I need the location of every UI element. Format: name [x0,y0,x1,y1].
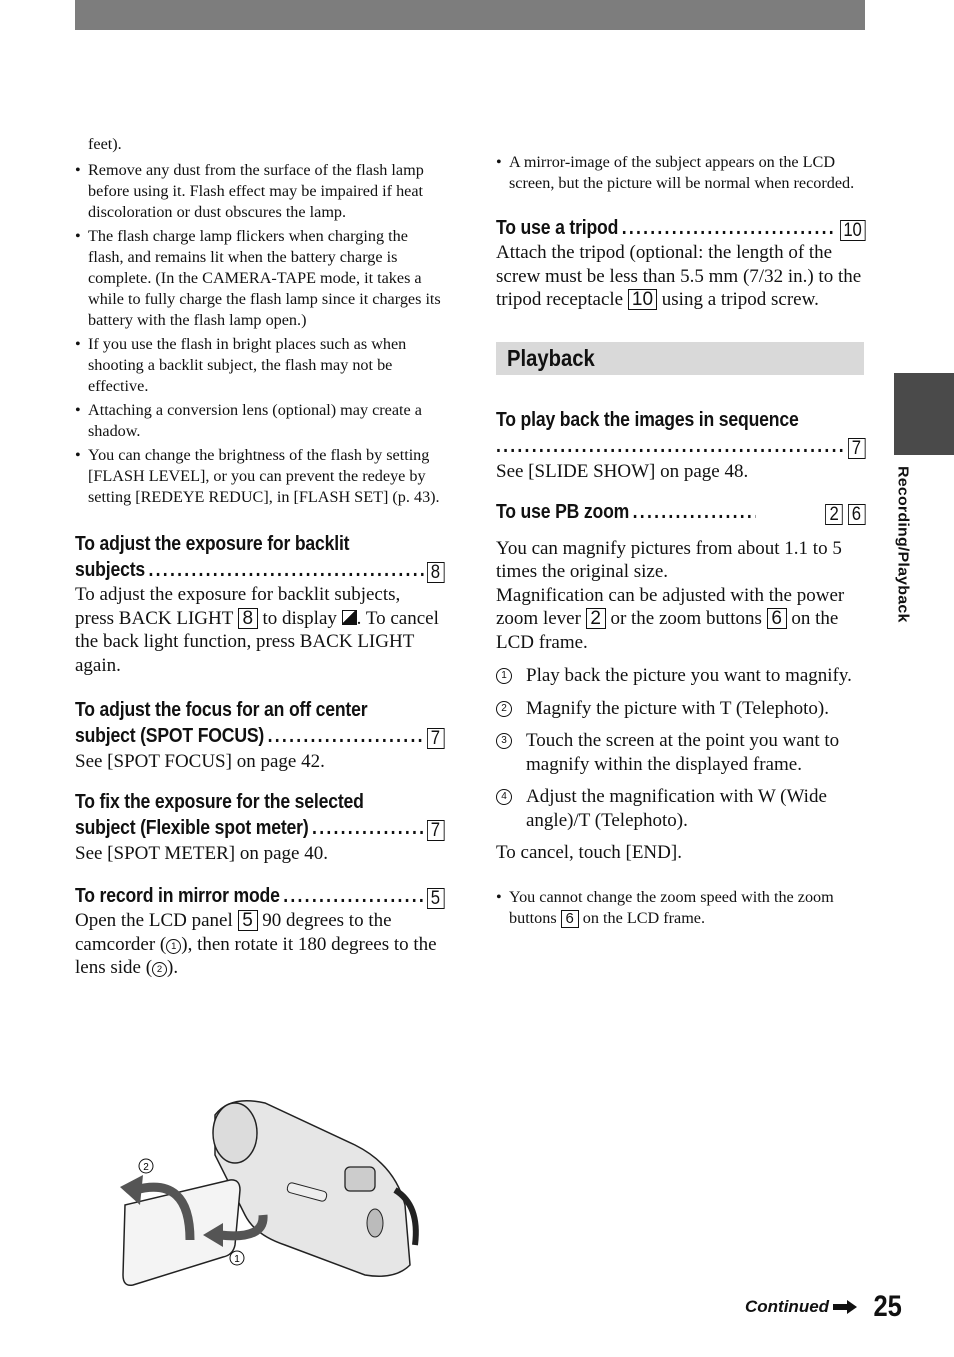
control-dial [366,1208,384,1238]
chapter-tab-label: Recording/Playback [893,466,923,646]
chapter-label-text: Recording/Playback [894,466,911,623]
pb-zoom-step: 1 Play back the picture you want to magni… [496,664,864,688]
body-text: using a tripod screw. [661,289,819,310]
mirror-body: Open the LCD panel 5 90 degrees to the c… [75,909,443,980]
header-bar [75,0,865,30]
heading-line: To use PB zoom [496,500,630,523]
pb-zoom-intro2: Magnification can be adjusted with the p… [496,584,864,655]
flash-note: Attaching a conversion lens (optional) m… [75,400,443,442]
spot-focus-heading: To adjust the focus for an off center su… [75,697,445,749]
arrow-right-icon [833,1300,858,1314]
flash-note: If you use the flash in bright places su… [75,334,443,397]
part-ref: 7 [426,820,445,841]
viewfinder [344,1166,376,1192]
mirror-heading: To record in mirror mode 5 [75,883,445,909]
continued-label: Continued [745,1297,830,1316]
body-text: Open the LCD panel [75,910,233,931]
leader-dots [312,815,423,841]
part-ref: 7 [847,437,866,459]
part-ref: 8 [237,607,258,629]
body-text: on the LCD frame. [582,908,706,927]
backlight-heading: To adjust the exposure for backlit subje… [75,531,445,583]
heading-line: subject (Flexible spot meter) [75,817,309,839]
pb-zoom-step: 3 Touch the screen at the point you want … [496,729,864,776]
flash-note: Remove any dust from the surface of the … [75,160,443,223]
carryover-text: feet). [88,135,122,153]
step-text: Play back the picture you want to magnif… [526,665,852,686]
step-marker: 2 [496,700,512,717]
lens-barrel [212,1102,258,1164]
heading-line: subjects [75,559,146,581]
body-text: or the zoom buttons [610,608,762,629]
pb-zoom-intro: You can magnify pictures from about 1.1 … [496,537,842,583]
backlight-icon [341,609,357,625]
part-ref: 2 [825,503,843,525]
heading-line: To adjust the focus for an off center [75,699,368,721]
section-heading-playback: Playback [496,341,864,375]
part-ref: 10 [839,220,866,241]
step-marker: 1 [166,938,182,954]
pb-zoom-note: You cannot change the zoom speed with th… [496,887,864,929]
flash-note: The flash charge lamp flickers when char… [75,226,443,331]
leader-dots [633,499,756,525]
backlight-body: To adjust the exposure for backlit subje… [75,583,443,677]
heading-line: To fix the exposure for the selected [75,791,364,813]
section-title: Playback [507,344,595,371]
leader-dots [496,433,844,459]
leader-dots [268,723,423,749]
step-text: Magnify the picture with T (Telephoto). [526,697,829,719]
spot-meter-heading: To fix the exposure for the selected sub… [75,789,445,841]
body-text: ). [167,957,179,978]
part-ref: 6 [847,503,866,525]
heading-line: subject (SPOT FOCUS) [75,725,265,747]
part-ref: 8 [426,562,445,583]
chapter-tab [894,373,954,455]
heading-line: To record in mirror mode [75,885,280,907]
pb-zoom-step: 4 Adjust the magnification with W (Wide a… [496,785,864,832]
part-ref: 6 [560,909,579,928]
pb-zoom-heading: To use PB zoom 2 6 [496,499,866,525]
part-ref: 7 [426,728,445,749]
sequence-heading: To play back the images in sequence 7 [496,407,866,459]
part-ref: 5 [426,888,445,909]
heading-line: To adjust the exposure for backlit [75,533,350,555]
sequence-body: See [SLIDE SHOW] on page 48. [496,460,749,482]
pb-zoom-cancel: To cancel, touch [END]. [496,842,682,863]
mirror-note: A mirror-image of the subject appears on… [496,152,864,194]
step-1-label: 1 [234,1254,240,1265]
step-2-label: 2 [143,1162,149,1173]
right-column: A mirror-image of the subject appears on… [496,152,866,932]
part-ref: 5 [237,910,258,931]
leader-dots [149,557,424,583]
camcorder-drawing: 2 1 [120,1100,419,1287]
body-text: to display [262,607,337,629]
spot-meter-body: See [SPOT METER] on page 40. [75,843,328,864]
pb-zoom-step: 2 Magnify the picture with T (Telephoto). [496,697,864,721]
heading-line: To use a tripod [496,217,619,239]
step-marker: 4 [496,789,512,805]
camcorder-illustration: 2 1 [95,1095,435,1290]
step-marker: 3 [496,733,512,749]
step-text: Adjust the magnification with W (Wide an… [526,786,827,831]
flash-note: You can change the brightness of the fla… [75,445,443,508]
part-ref: 10 [627,289,658,310]
step-text: Touch the screen at the point you want t… [526,730,840,775]
part-ref: 2 [585,608,606,629]
leader-dots [622,215,837,241]
tripod-heading: To use a tripod 10 [496,215,866,241]
rotate-arrowhead [120,1175,143,1205]
page-footer: Continued 25 [745,1290,904,1324]
heading-line: To play back the images in sequence [496,408,799,431]
page-number: 25 [873,1290,902,1323]
step-marker: 1 [496,668,512,684]
left-column: feet). Remove any dust from the surface … [75,134,445,980]
leader-dots [283,883,423,909]
step-marker: 2 [152,962,168,977]
part-ref: 6 [766,608,787,629]
spot-focus-body: See [SPOT FOCUS] on page 42. [75,751,325,772]
tripod-body: Attach the tripod (optional: the length … [496,241,864,312]
